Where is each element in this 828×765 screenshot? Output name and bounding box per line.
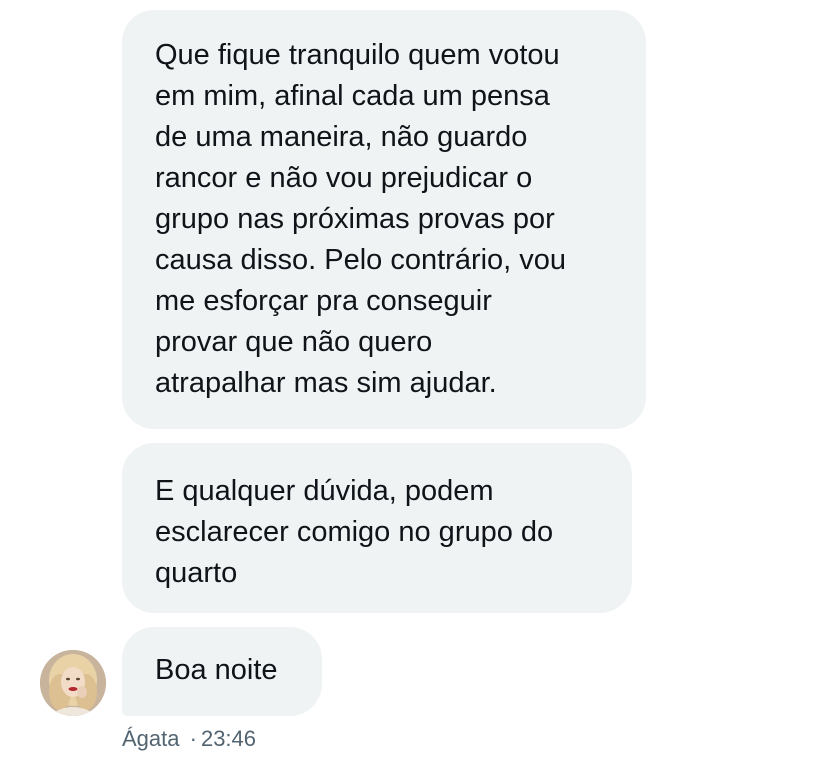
message-timestamp[interactable]: 23:46 <box>201 726 256 751</box>
sender-avatar-icon[interactable] <box>40 650 106 716</box>
meta-separator: · <box>189 726 197 751</box>
message-meta: Ágata · 23:46 <box>122 724 256 754</box>
avatar-photo-icon <box>40 650 106 716</box>
message-bubble-1[interactable]: Que fique tranquilo quem votou em mim, a… <box>122 10 646 429</box>
message-bubble-3[interactable]: Boa noite <box>122 627 322 716</box>
sender-name: Ágata <box>122 726 180 751</box>
message-bubble-2[interactable]: E qualquer dúvida, podem esclarecer comi… <box>122 443 632 613</box>
